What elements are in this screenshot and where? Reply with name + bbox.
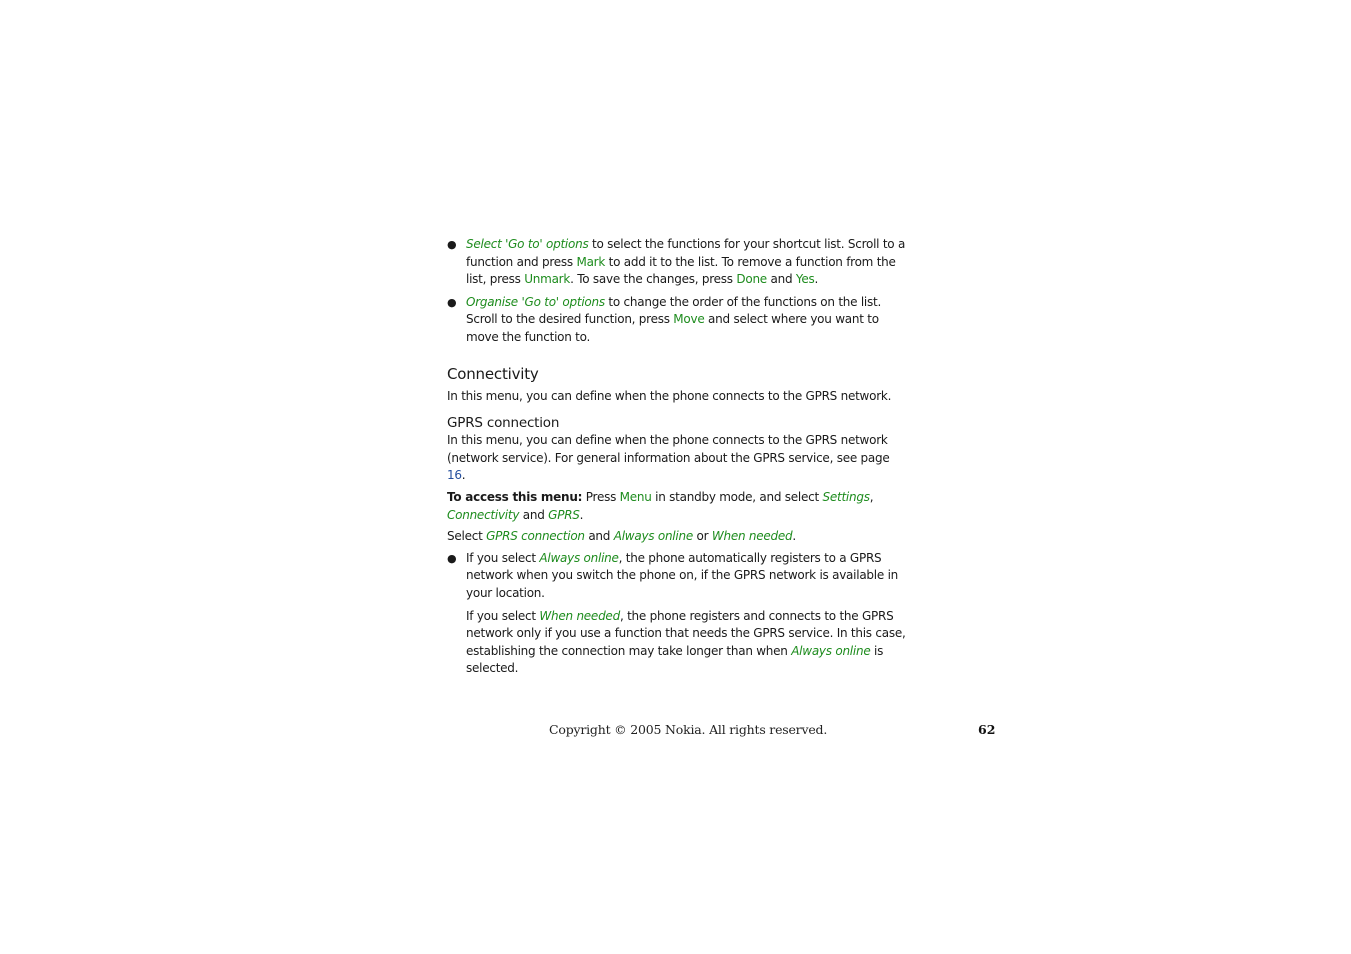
gprs-options-list: ● If you select Always online, the phone… xyxy=(447,550,907,603)
text-run: and xyxy=(766,272,796,287)
access-label: To access this menu: xyxy=(447,489,583,504)
bullet-text-organise-go-to: Organise 'Go to' options to change the o… xyxy=(466,295,881,344)
menu-term: Connectivity xyxy=(447,507,520,522)
when-needed-paragraph: If you select When needed, the phone reg… xyxy=(447,608,907,678)
text-run: . xyxy=(579,507,584,522)
menu-term: When needed xyxy=(539,608,620,623)
gprs-intro-end: . xyxy=(461,468,466,483)
text-run: and xyxy=(519,507,549,522)
bullet-icon: ● xyxy=(447,551,457,565)
text-run: . xyxy=(814,272,819,287)
text-run: in standby mode, and select xyxy=(651,489,823,504)
menu-term: Settings xyxy=(822,489,870,504)
copyright-footer: Copyright © 2005 Nokia. All rights reser… xyxy=(549,722,828,737)
menu-term: Move xyxy=(673,312,705,327)
list-item: ● Organise 'Go to' options to change the… xyxy=(447,294,907,347)
text-run: and xyxy=(584,529,614,544)
bullet-icon: ● xyxy=(447,295,457,309)
gprs-intro: In this menu, you can define when the ph… xyxy=(447,432,907,485)
menu-term: Always online xyxy=(613,529,693,544)
text-run: If you select xyxy=(466,608,540,623)
menu-term: GPRS xyxy=(548,507,580,522)
menu-term: GPRS connection xyxy=(486,529,585,544)
go-to-options-list: ● Select 'Go to' options to select the f… xyxy=(447,236,907,347)
page-content: ● Select 'Go to' options to select the f… xyxy=(447,236,907,682)
text-run: . To save the changes, press xyxy=(570,272,737,287)
menu-term: Always online xyxy=(791,643,871,658)
bullet-text-select-go-to: Select 'Go to' options to select the fun… xyxy=(466,237,905,286)
text-run: . xyxy=(792,529,796,544)
menu-term: Select 'Go to' options xyxy=(466,237,589,251)
text-run: Select xyxy=(447,529,487,544)
list-item: ● If you select Always online, the phone… xyxy=(447,550,907,603)
list-item: ● Select 'Go to' options to select the f… xyxy=(447,236,907,289)
select-instructions: Select GPRS connection and Always online… xyxy=(447,528,907,546)
text-run: , xyxy=(869,489,874,504)
page-link-16[interactable]: 16 xyxy=(447,468,462,482)
menu-term: Menu xyxy=(619,489,652,504)
menu-term: Done xyxy=(736,272,767,287)
text-run: or xyxy=(692,529,712,544)
access-instructions: To access this menu: Press Menu in stand… xyxy=(447,489,907,524)
menu-term: When needed xyxy=(711,529,793,544)
menu-term: Unmark xyxy=(524,272,571,287)
section-title-connectivity: Connectivity xyxy=(447,364,539,383)
menu-term: Yes xyxy=(795,272,815,287)
connectivity-intro: In this menu, you can define when the ph… xyxy=(447,388,892,403)
text-run: Press xyxy=(582,489,620,504)
text-run: If you select xyxy=(466,550,540,565)
gprs-intro-text: In this menu, you can define when the ph… xyxy=(447,433,890,465)
menu-term: Always online xyxy=(539,550,619,565)
menu-term: Organise 'Go to' options xyxy=(466,294,605,309)
page-number: 62 xyxy=(978,722,996,737)
bullet-icon: ● xyxy=(447,238,457,251)
bullet-text-always-online: If you select Always online, the phone a… xyxy=(466,551,898,600)
menu-term: Mark xyxy=(576,254,606,269)
subsection-title-gprs-connection: GPRS connection xyxy=(447,415,560,432)
